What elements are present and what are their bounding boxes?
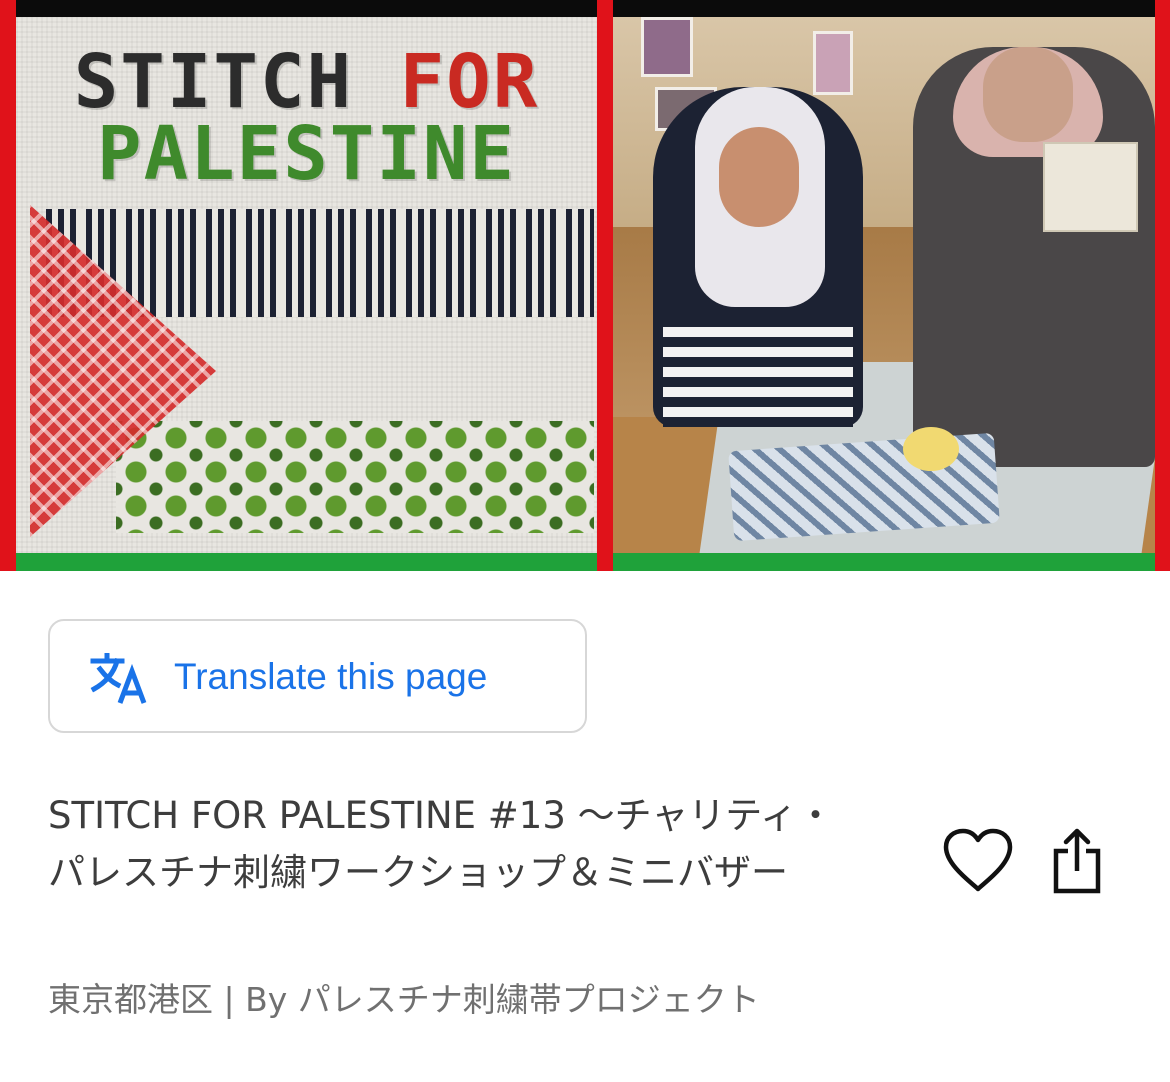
heart-icon[interactable] (942, 827, 1014, 893)
face (719, 127, 799, 227)
flag-bar-green (0, 553, 1170, 571)
banner-title-line-2: PALESTINE (16, 109, 597, 199)
standing-woman (913, 47, 1155, 467)
event-location: 東京都港区 (48, 980, 213, 1019)
flag-bar-red-middle (597, 0, 613, 571)
flag-bar-red-left (0, 0, 16, 571)
event-title: STITCH FOR PALESTINE #13 〜チャリティ・パレスチナ刺繍ワ… (48, 794, 835, 894)
banner-right-workshop-photo (613, 17, 1155, 553)
thread-boxes (1043, 142, 1138, 232)
banner-title-word-palestine: PALESTINE (97, 111, 516, 197)
face (983, 47, 1073, 142)
share-icon[interactable] (1050, 827, 1104, 895)
translate-page-label: Translate this page (174, 656, 488, 697)
event-organizer[interactable]: By パレスチナ刺繍帯プロジェクト (245, 980, 760, 1019)
translate-page-button[interactable]: Translate this page (48, 619, 587, 733)
seated-woman (653, 87, 863, 427)
striped-sweater (663, 317, 853, 427)
flag-bar-black (0, 0, 1170, 17)
banner-left-embroidery-image: STITCH FOR PALESTINE (16, 17, 597, 553)
translate-icon (90, 653, 147, 704)
yarn-ball (903, 427, 959, 471)
wall-photo (641, 17, 693, 77)
flag-bar-red-right (1155, 0, 1170, 571)
hero-banner: STITCH FOR PALESTINE (0, 0, 1170, 571)
meta-separator: | (223, 980, 235, 1019)
wall-photo (813, 31, 853, 95)
embroidered-cushion (728, 432, 1000, 542)
event-meta: 東京都港区 | By パレスチナ刺繍帯プロジェクト (48, 976, 878, 1024)
